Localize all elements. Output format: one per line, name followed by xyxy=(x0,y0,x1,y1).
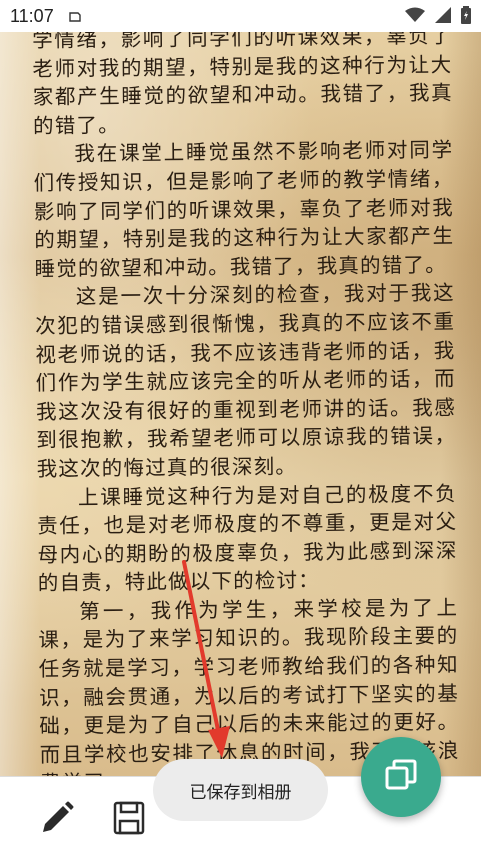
handwritten-text: 学情绪，影响了同学们的听课效果，辜负了老师对我的期望，特别是我的这种行为让大家都… xyxy=(32,32,460,776)
signal-icon xyxy=(435,7,451,28)
status-time: 11:07 xyxy=(10,5,54,26)
toast-message: 已保存到相册 xyxy=(153,759,328,821)
document-image: 学情绪，影响了同学们的听课效果，辜负了老师对我的期望，特别是我的这种行为让大家都… xyxy=(0,32,481,776)
edit-button[interactable] xyxy=(37,800,77,840)
wifi-icon xyxy=(405,7,425,28)
copy-fab-button[interactable] xyxy=(361,737,441,817)
paragraph: 这是一次十分深刻的检查，我对于我这次犯的错误感到很惭愧，我真的不应该不重视老师说… xyxy=(35,280,457,481)
toast-text: 已保存到相册 xyxy=(189,782,292,803)
copy-icon xyxy=(384,758,418,796)
save-button[interactable] xyxy=(109,800,149,840)
red-arrow-annotation xyxy=(182,560,230,758)
pencil-icon xyxy=(39,800,75,840)
paragraph: 学情绪，影响了同学们的听课效果，辜负了老师对我的期望，特别是我的这种行为让大家都… xyxy=(32,32,453,138)
paragraph: 上课睡觉这种行为是对自己的极度不负责任，也是对老师极度的不尊重，更是对父母内心的… xyxy=(37,481,458,596)
status-bar: 11:07 xyxy=(0,0,481,32)
battery-icon xyxy=(461,6,471,29)
paragraph: 我在课堂上睡觉虽然不影响老师对同学们传授知识，但是影响了老师的教学情绪，影响了同… xyxy=(33,137,455,281)
save-icon xyxy=(113,801,145,839)
sync-icon xyxy=(68,9,82,23)
